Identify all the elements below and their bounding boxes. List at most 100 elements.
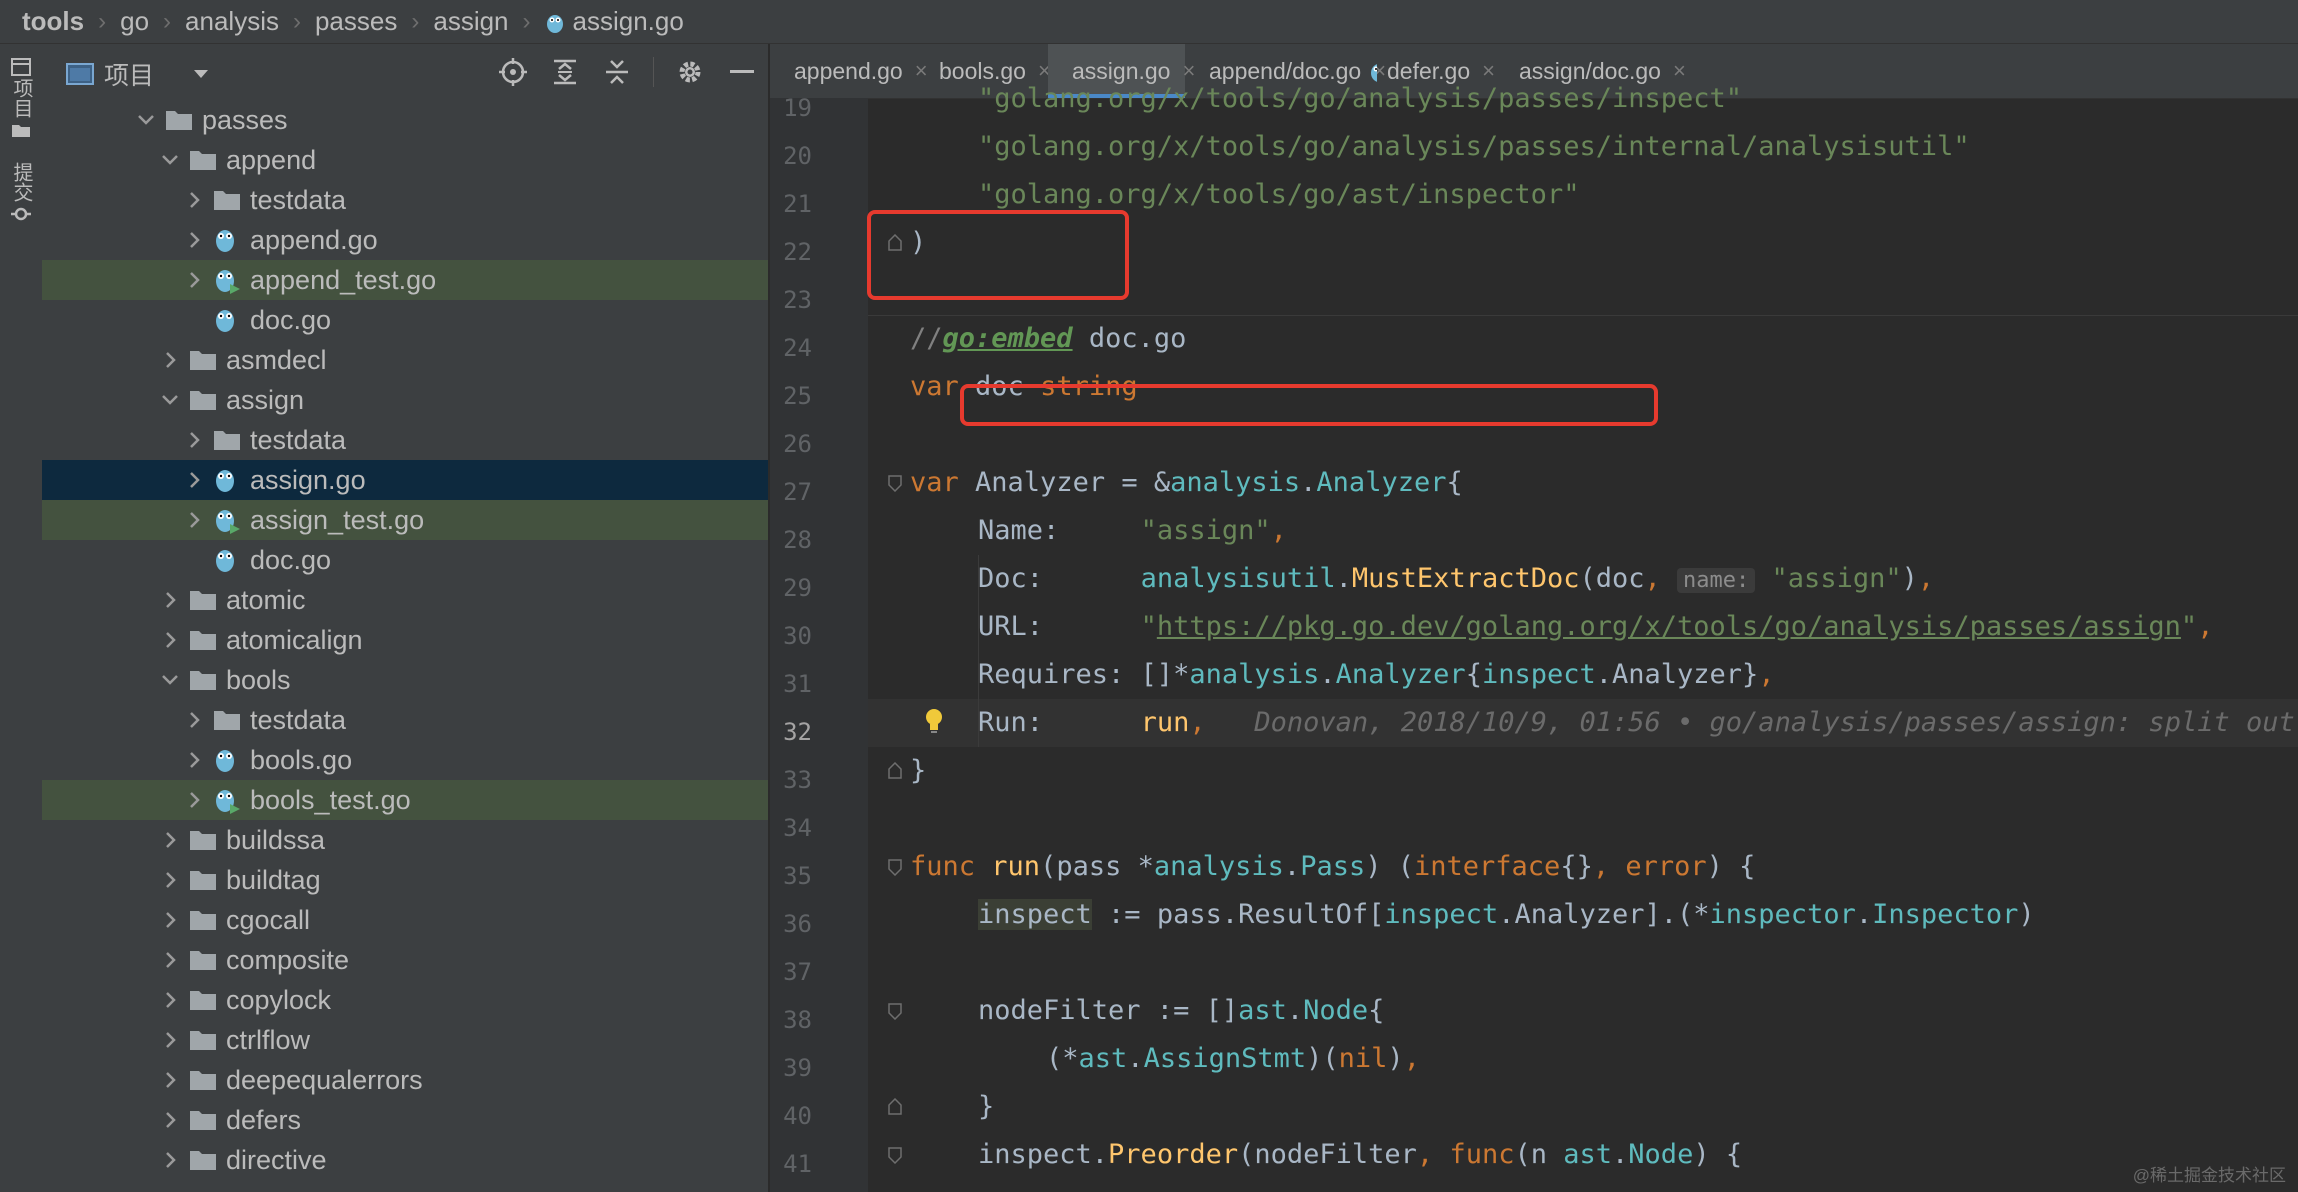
- tree-item[interactable]: doc.go: [42, 540, 768, 580]
- tree-item[interactable]: append_test.go: [42, 260, 768, 300]
- breadcrumb-item[interactable]: analysis: [185, 6, 279, 37]
- go-file-icon: [546, 14, 563, 33]
- chevron-right-icon[interactable]: [158, 820, 182, 860]
- expand-all-button[interactable]: [539, 54, 591, 90]
- tree-item[interactable]: testdata: [42, 180, 768, 220]
- line-number: 39: [783, 1054, 812, 1082]
- tree-item[interactable]: append.go: [42, 220, 768, 260]
- chevron-right-icon[interactable]: [158, 340, 182, 380]
- intention-bulb-icon[interactable]: [924, 707, 944, 735]
- chevron-right-icon[interactable]: [158, 940, 182, 980]
- project-tool-button[interactable]: 项目: [6, 58, 36, 138]
- code-token: ): [1901, 563, 1918, 594]
- commit-tool-button[interactable]: 提交: [6, 162, 36, 222]
- chevron-right-icon[interactable]: [182, 180, 206, 220]
- fold-marker-icon[interactable]: [887, 1146, 903, 1164]
- chevron-right-icon[interactable]: [158, 1020, 182, 1060]
- tree-item[interactable]: atomic: [42, 580, 768, 620]
- fold-marker-icon[interactable]: [887, 762, 903, 780]
- code-line: var Analyzer = &analysis.Analyzer{: [910, 459, 1463, 507]
- tree-item[interactable]: copylock: [42, 980, 768, 1020]
- chevron-right-icon[interactable]: [158, 900, 182, 940]
- tree-item[interactable]: buildssa: [42, 820, 768, 860]
- tree-item[interactable]: ctrlflow: [42, 1020, 768, 1060]
- tree-item[interactable]: assign.go: [42, 460, 768, 500]
- locate-file-button[interactable]: [487, 54, 539, 90]
- tree-item[interactable]: bools: [42, 660, 768, 700]
- settings-button[interactable]: [664, 54, 716, 90]
- project-view-selector[interactable]: 项目: [66, 56, 210, 92]
- code-token: Analyzer: [1316, 467, 1447, 498]
- breadcrumb-item[interactable]: assign: [433, 6, 508, 37]
- chevron-right-icon[interactable]: [182, 460, 206, 500]
- hide-panel-button[interactable]: [716, 54, 768, 90]
- chevron-right-icon[interactable]: [182, 220, 206, 260]
- breadcrumb-item[interactable]: go: [120, 6, 149, 37]
- fold-marker-icon[interactable]: [887, 234, 903, 252]
- tree-item[interactable]: passes: [42, 100, 768, 140]
- chevron-right-icon[interactable]: [158, 580, 182, 620]
- tree-item[interactable]: testdata: [42, 700, 768, 740]
- go-test-file-icon: [216, 790, 240, 814]
- go-test-file-icon: [216, 270, 240, 294]
- tree-item[interactable]: assign: [42, 380, 768, 420]
- code-line: (*ast.AssignStmt)(nil),: [1046, 1035, 1420, 1083]
- fold-marker-icon[interactable]: [887, 858, 903, 876]
- chevron-right-icon[interactable]: [158, 980, 182, 1020]
- chevron-right-icon[interactable]: [182, 260, 206, 300]
- tree-item[interactable]: atomicalign: [42, 620, 768, 660]
- tree-item[interactable]: directive: [42, 1140, 768, 1180]
- breadcrumb-item[interactable]: tools: [22, 6, 84, 37]
- breadcrumb-item[interactable]: passes: [315, 6, 397, 37]
- chevron-down-icon[interactable]: [158, 380, 182, 420]
- fold-marker-icon[interactable]: [887, 1002, 903, 1020]
- tree-item[interactable]: assign_test.go: [42, 500, 768, 540]
- method-separator: [868, 315, 2298, 316]
- chevron-right-icon[interactable]: [182, 420, 206, 460]
- breadcrumb-item[interactable]: assign.go: [573, 6, 684, 37]
- tree-item[interactable]: cgocall: [42, 900, 768, 940]
- chevron-right-icon[interactable]: [158, 860, 182, 900]
- fold-marker-icon[interactable]: [887, 474, 903, 492]
- line-number: 35: [783, 862, 812, 890]
- tree-item[interactable]: asmdecl: [42, 340, 768, 380]
- tree-item[interactable]: composite: [42, 940, 768, 980]
- chevron-down-icon[interactable]: [158, 660, 182, 700]
- code-token: Doc:: [978, 563, 1141, 594]
- tree-item[interactable]: bools_test.go: [42, 780, 768, 820]
- collapse-all-button[interactable]: [591, 54, 643, 90]
- code-token: {: [1368, 995, 1385, 1026]
- code-line: }: [978, 1083, 994, 1131]
- code-line: inspect.Preorder(nodeFilter, func(n ast.…: [978, 1131, 1742, 1179]
- chevron-right-icon[interactable]: [158, 620, 182, 660]
- chevron-right-icon[interactable]: [158, 1060, 182, 1100]
- fold-marker-icon[interactable]: [887, 1098, 903, 1116]
- code-token: }: [978, 1091, 995, 1122]
- tree-item[interactable]: doc.go: [42, 300, 768, 340]
- code-token: (pass *: [1040, 851, 1154, 882]
- chevron-right-icon[interactable]: [158, 1140, 182, 1180]
- tree-item[interactable]: buildtag: [42, 860, 768, 900]
- chevron-down-icon[interactable]: [158, 140, 182, 180]
- tree-item-label: testdata: [250, 425, 347, 455]
- tree-item[interactable]: bools.go: [42, 740, 768, 780]
- collapse-all-icon: [606, 60, 628, 84]
- code-token: inspect: [978, 899, 1092, 930]
- editor-area: append.go × bools.go × assign.go × append/doc.…: [770, 44, 2298, 1192]
- code-token[interactable]: https://pkg.go.dev/golang.org/x/tools/go…: [1157, 611, 2181, 642]
- chevron-down-icon[interactable]: [134, 100, 158, 140]
- chevron-right-icon[interactable]: [158, 1100, 182, 1140]
- chevron-right-icon[interactable]: [182, 780, 206, 820]
- line-number: 38: [783, 1006, 812, 1034]
- tree-item[interactable]: defers: [42, 1100, 768, 1140]
- chevron-right-icon[interactable]: [182, 700, 206, 740]
- code-line: "golang.org/x/tools/go/analysis/passes/i…: [978, 75, 1742, 123]
- chevron-right-icon[interactable]: [182, 500, 206, 540]
- tree-item[interactable]: append: [42, 140, 768, 180]
- tree-item-label: ctrlflow: [226, 1025, 311, 1055]
- tree-item[interactable]: deepequalerrors: [42, 1060, 768, 1100]
- folder-icon: [190, 351, 216, 370]
- tree-item[interactable]: testdata: [42, 420, 768, 460]
- chevron-right-icon[interactable]: [182, 740, 206, 780]
